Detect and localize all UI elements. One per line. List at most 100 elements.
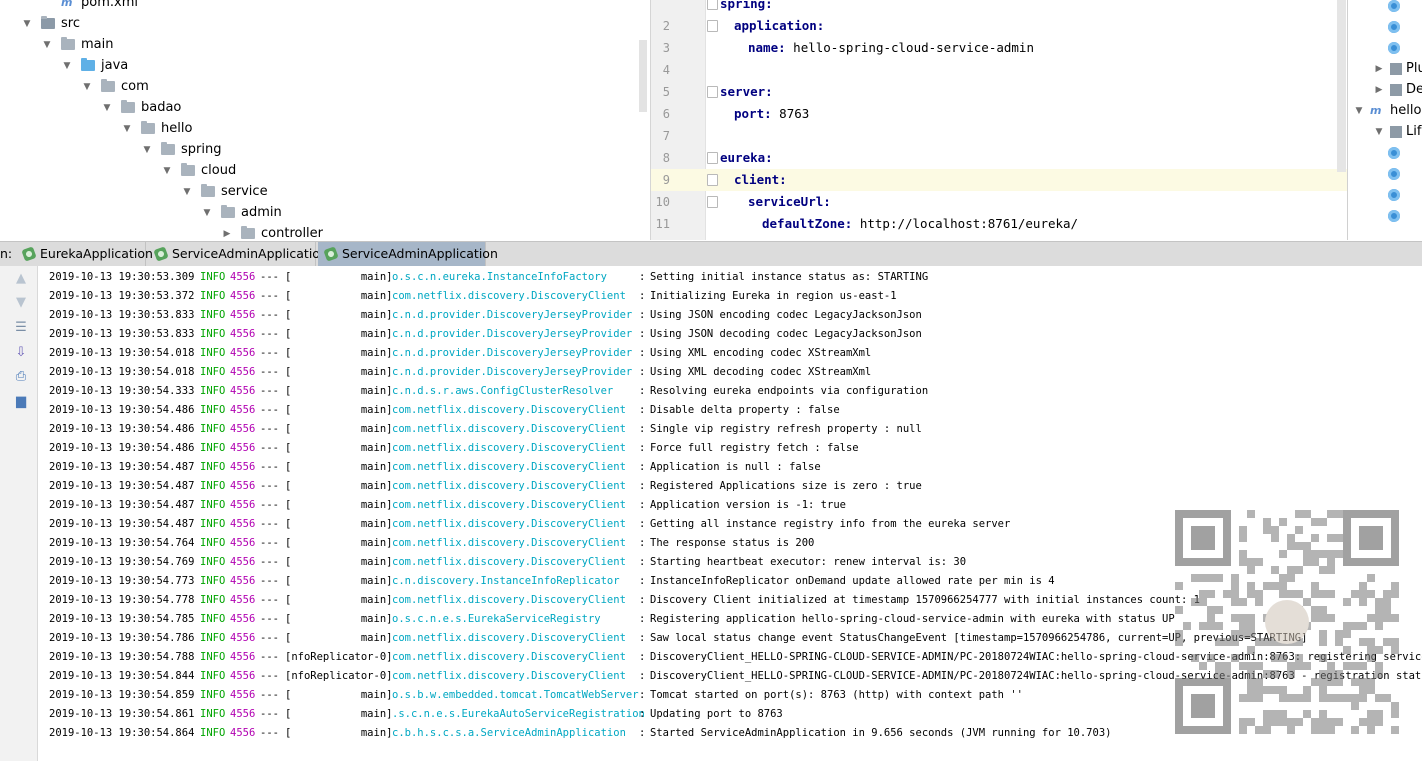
code-editor[interactable]: spring: 2 application: 3 name: hello-spring-… (650, 0, 1348, 240)
fold-marker-icon[interactable] (707, 174, 718, 186)
soft-wrap-icon[interactable]: ☰ (13, 320, 29, 336)
tree-item-cloud[interactable]: ▼ cloud (162, 160, 236, 181)
tree-item-pom-xml[interactable]: m pom.xml (42, 0, 138, 13)
fold-marker-icon[interactable] (707, 20, 718, 32)
code-line[interactable]: 8 eureka: (651, 147, 1348, 169)
maven-item[interactable]: ▶ De (1374, 79, 1422, 100)
code-line[interactable]: 6 port: 8763 (651, 103, 1348, 125)
log-separator: --- (260, 480, 279, 492)
log-line: 2019-10-13 19:30:54.018 INFO 4556 --- [ main… (38, 344, 1422, 363)
log-message: Disable delta property : false (650, 404, 840, 416)
code-text: serviceUrl: (748, 191, 831, 213)
code-line[interactable]: 3 name: hello-spring-cloud-service-admin (651, 37, 1348, 59)
run-tab-0[interactable]: EurekaApplication (16, 242, 153, 266)
folder-icon (181, 163, 195, 176)
tree-item-service[interactable]: ▼ service (182, 181, 268, 202)
log-pid: 4556 (230, 385, 256, 397)
maven-item[interactable] (1388, 16, 1404, 37)
maven-item[interactable] (1388, 142, 1404, 163)
tree-item-admin[interactable]: ▼ admin (202, 202, 282, 223)
log-timestamp: 2019-10-13 19:30:54.764 (49, 537, 195, 549)
collapse-arrow-icon[interactable]: ▼ (102, 103, 112, 113)
log-timestamp: 2019-10-13 19:30:54.773 (49, 575, 195, 587)
fold-marker-icon[interactable] (707, 152, 718, 164)
tree-scrollbar[interactable] (639, 40, 647, 112)
expand-arrow-icon[interactable]: ▶ (222, 229, 232, 239)
log-logger: com.netflix.discovery.DiscoveryClient (392, 632, 626, 644)
collapse-arrow-icon[interactable]: ▼ (142, 145, 152, 155)
code-line[interactable]: 5 server: (651, 81, 1348, 103)
arrow-up-icon[interactable]: ▲ (13, 271, 29, 287)
tree-item-main[interactable]: ▼ main (42, 34, 113, 55)
line-number: 6 (662, 107, 670, 121)
log-colon: : (639, 309, 646, 321)
log-colon: : (639, 632, 646, 644)
fold-marker-icon[interactable] (707, 0, 718, 10)
folder-icon (61, 37, 75, 50)
code-line[interactable]: spring: (651, 0, 1348, 15)
tree-item-src[interactable]: ▼ src (22, 13, 80, 34)
log-separator: --- (260, 309, 279, 321)
log-message: Application is null : false (650, 461, 821, 473)
code-line[interactable]: 2 application: (651, 15, 1348, 37)
maven-item[interactable]: ▼ m hello- (1354, 100, 1422, 121)
log-colon: : (639, 366, 646, 378)
code-line[interactable]: 10 serviceUrl: (651, 191, 1348, 213)
log-thread: [ main] (285, 290, 393, 302)
expand-arrow-icon[interactable]: ▶ (1374, 85, 1384, 95)
maven-item[interactable] (1388, 163, 1404, 184)
log-timestamp: 2019-10-13 19:30:53.833 (49, 328, 195, 340)
tree-item-badao[interactable]: ▼ badao (102, 97, 181, 118)
collapse-arrow-icon[interactable]: ▼ (182, 187, 192, 197)
collapse-arrow-icon[interactable]: ▼ (82, 82, 92, 92)
tree-item-com[interactable]: ▼ com (82, 76, 149, 97)
gear-icon (1388, 209, 1400, 222)
tree-item-hello[interactable]: ▼ hello (122, 118, 192, 139)
collapse-arrow-icon[interactable] (42, 0, 52, 8)
log-message: Updating port to 8763 (650, 708, 783, 720)
collapse-arrow-icon[interactable]: ▼ (122, 124, 132, 134)
log-colon: : (639, 423, 646, 435)
log-separator: --- (260, 518, 279, 530)
maven-item[interactable]: ▶ Plu (1374, 58, 1422, 79)
collapse-arrow-icon[interactable]: ▼ (1374, 127, 1384, 137)
collapse-arrow-icon[interactable]: ▼ (22, 19, 32, 29)
maven-item[interactable] (1388, 37, 1404, 58)
arrow-down-icon[interactable]: ▼ (13, 295, 29, 311)
tree-item-controller[interactable]: ▶ controller (222, 223, 323, 240)
code-text: eureka: (720, 147, 773, 169)
maven-item[interactable]: ▼ Lif (1374, 121, 1422, 142)
editor-scrollbar[interactable] (1337, 0, 1346, 172)
fold-marker-icon[interactable] (707, 196, 718, 208)
code-line[interactable]: 4 (651, 59, 1348, 81)
print-icon[interactable]: ⎙ (13, 369, 29, 385)
collapse-arrow-icon[interactable]: ▼ (1354, 106, 1364, 116)
collapse-arrow-icon[interactable]: ▼ (162, 166, 172, 176)
code-line[interactable]: 9 client: (651, 169, 1348, 191)
collapse-arrow-icon[interactable]: ▼ (62, 61, 72, 71)
maven-item[interactable] (1388, 205, 1404, 226)
tree-item-java[interactable]: ▼ java (62, 55, 128, 76)
code-line[interactable]: 11 defaultZone: http://localhost:8761/eur… (651, 213, 1348, 235)
log-separator: --- (260, 708, 279, 720)
log-colon: : (639, 670, 646, 682)
run-tab-1[interactable]: ServiceAdminApplication (148, 242, 328, 266)
tree-item-spring[interactable]: ▼ spring (142, 139, 221, 160)
scroll-to-end-icon[interactable]: ⇩ (13, 345, 29, 361)
maven-item[interactable] (1388, 0, 1404, 16)
collapse-arrow-icon[interactable]: ▼ (202, 208, 212, 218)
run-tab-label: ServiceAdminApplication (342, 246, 498, 261)
maven-item[interactable] (1388, 184, 1404, 205)
log-line: 2019-10-13 19:30:54.486 INFO 4556 --- [ main… (38, 420, 1422, 439)
fold-marker-icon[interactable] (707, 86, 718, 98)
log-thread: [ main] (285, 727, 393, 739)
code-line[interactable]: 7 (651, 125, 1348, 147)
plugin-icon (1390, 62, 1402, 75)
collapse-arrow-icon[interactable]: ▼ (42, 40, 52, 50)
trash-icon[interactable]: ▆ (13, 394, 29, 410)
log-timestamp: 2019-10-13 19:30:54.018 (49, 366, 195, 378)
run-tab-2[interactable]: ServiceAdminApplication (318, 242, 498, 266)
expand-arrow-icon[interactable]: ▶ (1374, 64, 1384, 74)
log-separator: --- (260, 727, 279, 739)
code-text: server: (720, 81, 773, 103)
